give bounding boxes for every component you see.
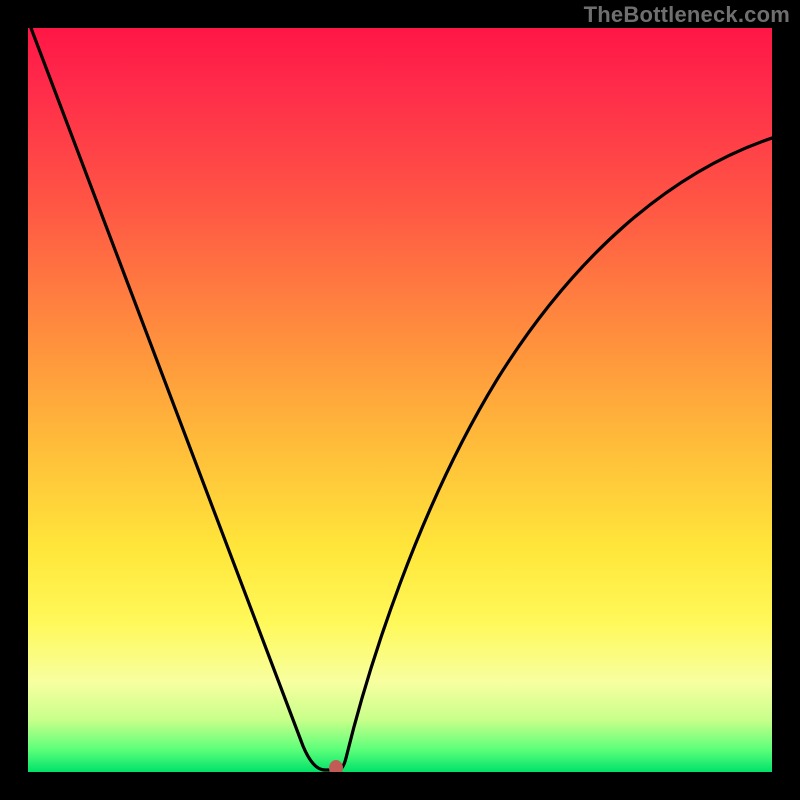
plot-area (28, 28, 772, 772)
chart-frame: TheBottleneck.com (0, 0, 800, 800)
bottleneck-curve (28, 28, 772, 772)
optimal-point-marker (329, 760, 343, 772)
curve-path (31, 28, 772, 770)
watermark-text: TheBottleneck.com (584, 2, 790, 28)
